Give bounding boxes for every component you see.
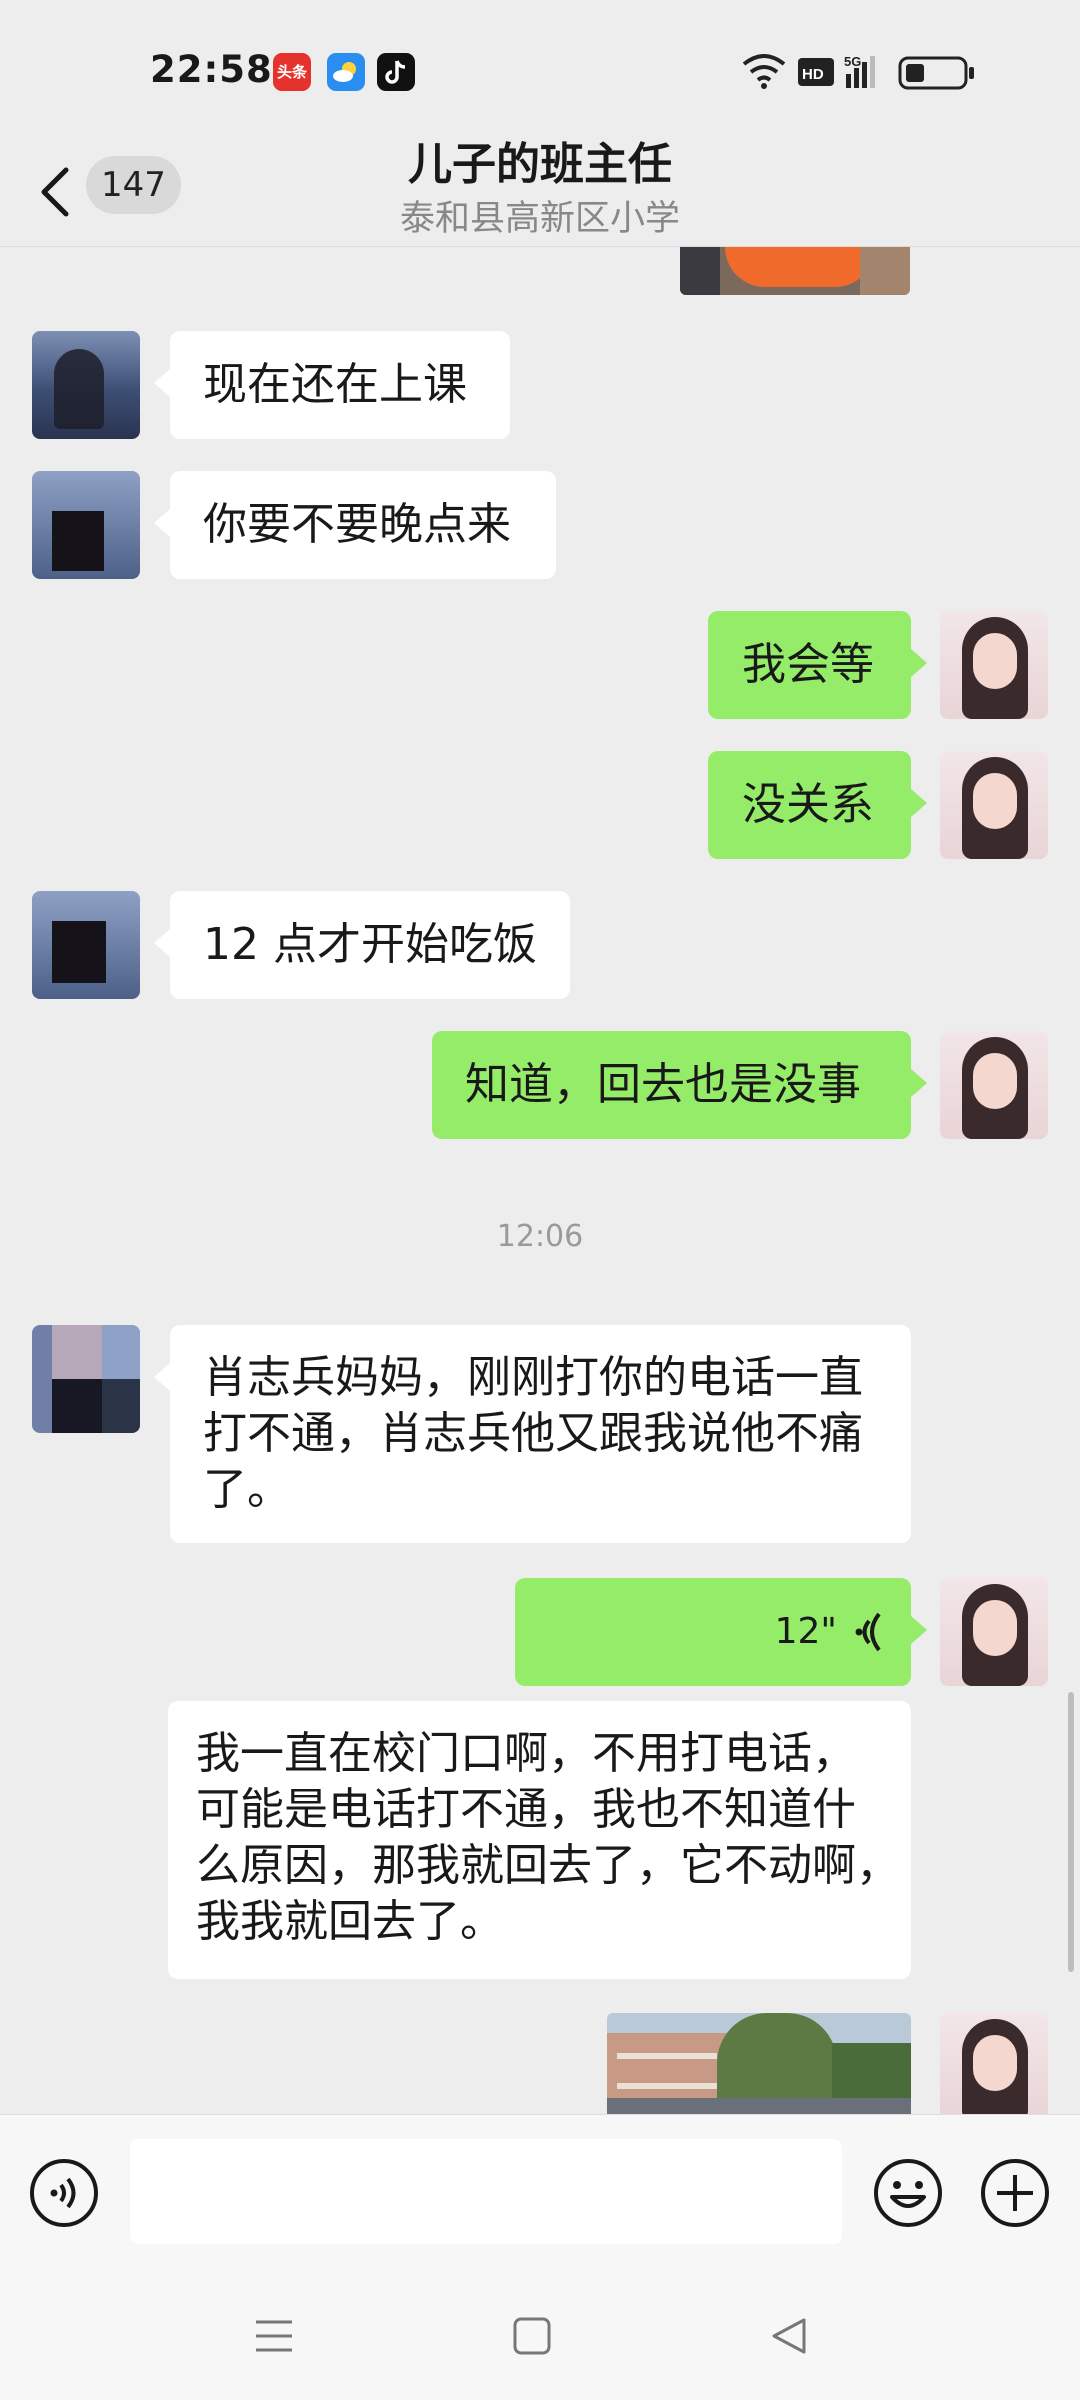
message-text: 现在还在上课 — [203, 359, 467, 410]
image-message[interactable] — [607, 2013, 911, 2114]
weather-icon — [327, 53, 365, 91]
message-bubble-incoming[interactable]: 你要不要晚点来 — [154, 471, 556, 579]
my-avatar[interactable] — [940, 1578, 1048, 1686]
chat-header: 147 儿子的班主任 泰和县高新区小学 — [0, 110, 1080, 245]
wifi-icon — [742, 54, 786, 89]
my-avatar[interactable] — [940, 751, 1048, 859]
system-status-icons: HD 5G — [742, 54, 974, 90]
tiktok-icon — [377, 53, 415, 91]
my-avatar[interactable] — [940, 2013, 1048, 2114]
message-bubble-incoming[interactable]: 肖志兵妈妈，刚刚打你的电话一直 打不通，肖志兵他又跟我说他不痛 了。 — [154, 1325, 911, 1543]
teacher-avatar[interactable] — [32, 1325, 140, 1433]
input-bar — [0, 2114, 1080, 2275]
message-bubble-outgoing[interactable]: 没关系 — [708, 751, 927, 859]
voice-transcript[interactable]: 我一直在校门口啊，不用打电话， 可能是电话打不通，我也不知道什 么原因，那我就回… — [168, 1701, 911, 1979]
status-time: 22:58 — [150, 48, 273, 91]
my-avatar[interactable] — [940, 611, 1048, 719]
message-timestamp: 12:06 — [496, 1219, 584, 1254]
message-text: 打不通，肖志兵他又跟我说他不痛 — [203, 1408, 863, 1459]
message-text: 你要不要晚点来 — [203, 499, 511, 550]
hd-icon: HD — [798, 58, 834, 86]
transcript-text: 么原因，那我就回去了，它不动啊， — [196, 1840, 900, 1891]
signal-5g-icon: 5G — [844, 54, 875, 88]
transcript-text: 我我就回去了。 — [196, 1896, 504, 1947]
toutiao-app-icon: 头条 — [273, 53, 311, 91]
voice-input-icon[interactable] — [28, 2157, 100, 2229]
message-text: 知道，回去也是没事 — [465, 1059, 861, 1110]
message-list[interactable]: 现在还在上课 你要不要晚点来 我会等 没关系 12 点才开始吃饭 知道，回去也是… — [0, 247, 1080, 2114]
message-input[interactable] — [130, 2139, 842, 2244]
emoji-icon[interactable] — [872, 2157, 944, 2229]
transcript-text: 我一直在校门口啊，不用打电话， — [196, 1728, 856, 1779]
system-nav-bar — [0, 2274, 1080, 2400]
message-bubble-incoming[interactable]: 12 点才开始吃饭 — [154, 891, 570, 999]
teacher-avatar[interactable] — [32, 471, 140, 579]
message-text: 没关系 — [742, 779, 874, 830]
voice-message-bubble[interactable]: 12" — [515, 1578, 927, 1686]
my-avatar[interactable] — [940, 1031, 1048, 1139]
teacher-avatar[interactable] — [32, 331, 140, 439]
menu-icon[interactable] — [250, 2312, 298, 2360]
transcript-text: 可能是电话打不通，我也不知道什 — [196, 1784, 856, 1835]
message-bubble-incoming[interactable]: 现在还在上课 — [154, 331, 510, 439]
voice-duration: 12" — [774, 1611, 837, 1652]
plus-icon[interactable] — [979, 2157, 1051, 2229]
chat-subtitle: 泰和县高新区小学 — [399, 199, 680, 239]
message-bubble-outgoing[interactable]: 我会等 — [708, 611, 927, 719]
teacher-avatar[interactable] — [32, 891, 140, 999]
svg-text:HD: HD — [802, 66, 824, 83]
scrollbar[interactable] — [1068, 1692, 1074, 1972]
battery-icon — [898, 56, 974, 90]
message-text: 了。 — [203, 1464, 291, 1515]
message-text: 12 点才开始吃饭 — [203, 919, 537, 970]
home-icon[interactable] — [508, 2312, 556, 2360]
image-message-partial[interactable] — [680, 247, 910, 295]
back-triangle-icon[interactable] — [766, 2312, 814, 2360]
voice-wave-icon — [855, 1612, 881, 1652]
chat-title: 儿子的班主任 — [408, 139, 672, 190]
message-text: 我会等 — [742, 639, 874, 690]
message-text: 肖志兵妈妈，刚刚打你的电话一直 — [203, 1352, 863, 1403]
message-bubble-outgoing[interactable]: 知道，回去也是没事 — [432, 1031, 927, 1139]
svg-text:5G: 5G — [844, 54, 861, 69]
